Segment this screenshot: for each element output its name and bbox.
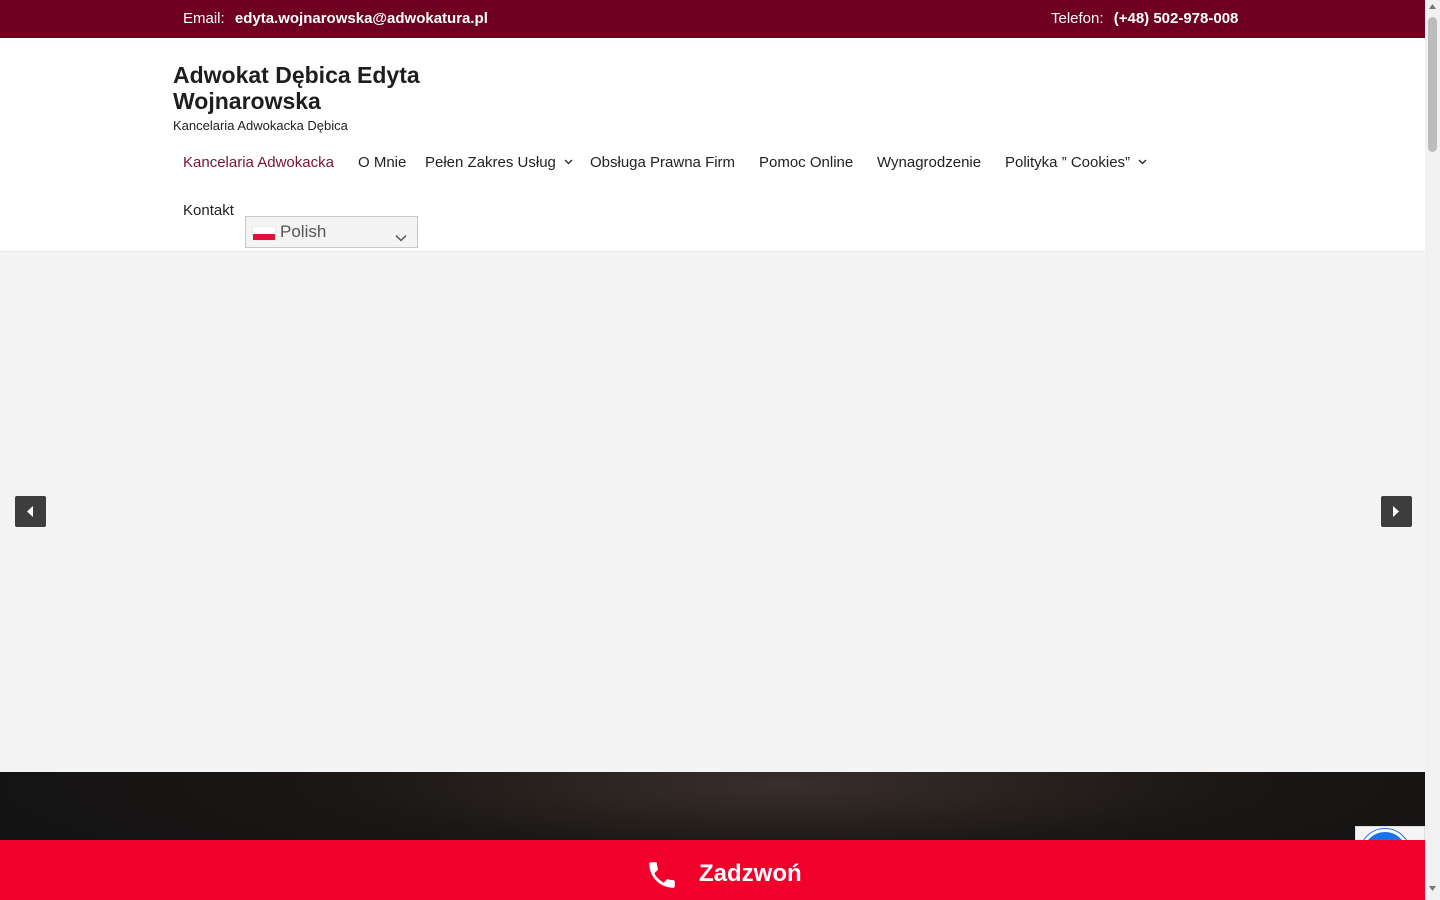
chevron-down-icon [1138,159,1147,165]
poland-flag-icon [252,226,276,241]
nav-item-kancelaria-adwokacka[interactable]: Kancelaria Adwokacka [183,154,334,171]
nav-item-o-mnie[interactable]: O Mnie [358,154,406,171]
slider-prev-button[interactable] [15,496,46,527]
caret-right-icon [1393,506,1399,517]
site-header: Adwokat Dębica Edyta Wojnarowska Kancela… [0,38,1425,252]
email-link[interactable]: edyta.wojnarowska@adwokatura.pl [235,10,488,27]
nav-item-label: O Mnie [358,154,407,171]
phone-link[interactable]: (+48) 502-978-008 [1114,10,1239,27]
top-contact-bar: Email: edyta.wojnarowska@adwokatura.pl T… [0,0,1425,38]
phone-label: Telefon: [1051,10,1104,27]
caret-left-icon [27,506,33,517]
chevron-down-icon [564,159,573,165]
site-tagline: Kancelaria Adwokacka Dębica [173,118,348,133]
nav-item-pelen-zakres-uslug[interactable]: Pełen Zakres Usług [425,154,573,171]
nav-item-label: Obsługa Prawna Firm [590,154,736,171]
nav-item-label: Pomoc Online [759,154,854,171]
phone-icon [645,858,679,897]
call-label: Zadzwoń [699,860,802,887]
accessibility-icon [1360,829,1410,840]
accessibility-widget[interactable] [1355,826,1425,840]
email-label: Email: [183,10,225,27]
hero-slider [0,253,1425,772]
scroll-up-icon[interactable] [1429,4,1436,9]
page: Email: edyta.wojnarowska@adwokatura.pl T… [0,0,1425,900]
site-title[interactable]: Adwokat Dębica Edyta Wojnarowska [173,62,453,114]
chevron-down-icon [395,227,407,247]
nav-item-label: Wynagrodzenie [877,154,982,171]
nav-item-label: Kancelaria Adwokacka [183,154,334,171]
language-select[interactable]: Polish [245,216,418,248]
nav-item-label: Kontakt [183,202,234,219]
nav-item-obsluga-prawna-firm[interactable]: Obsługa Prawna Firm [590,154,735,171]
call-button-bar[interactable]: Zadzwoń [0,840,1425,900]
nav-item-label: Polityka ” Cookies” [1005,154,1131,171]
scrollbar-thumb[interactable] [1428,17,1437,152]
nav-item-pomoc-online[interactable]: Pomoc Online [759,154,853,171]
page-scrollbar[interactable] [1425,0,1440,900]
top-email: Email: edyta.wojnarowska@adwokatura.pl [183,10,488,27]
nav-item-wynagrodzenie[interactable]: Wynagrodzenie [877,154,981,171]
slider-next-button[interactable] [1381,496,1412,527]
top-phone: Telefon: (+48) 502-978-008 [1051,10,1238,27]
nav-item-polityka-cookies[interactable]: Polityka ” Cookies” [1005,154,1147,171]
scroll-down-icon[interactable] [1429,886,1436,891]
language-selected-value: Polish [280,222,327,241]
nav-item-kontakt[interactable]: Kontakt [183,202,234,219]
nav-item-label: Pełen Zakres Usług [425,154,556,171]
